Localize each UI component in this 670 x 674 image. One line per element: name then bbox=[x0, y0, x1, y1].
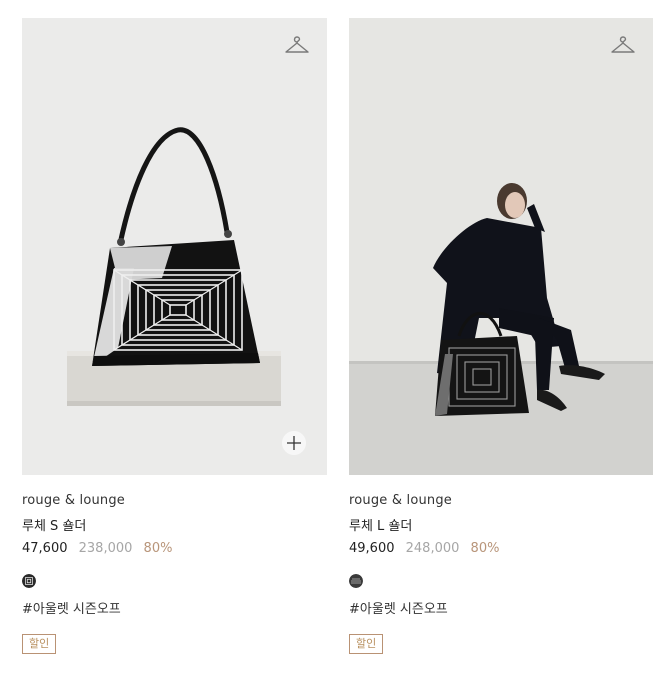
discount-rate: 80% bbox=[143, 541, 173, 556]
sale-price: 47,600 bbox=[22, 541, 68, 556]
collection-tag[interactable]: #아울렛 시즌오프 bbox=[349, 598, 653, 617]
sale-price: 49,600 bbox=[349, 541, 395, 556]
product-image[interactable] bbox=[349, 18, 653, 475]
model-with-bag-image bbox=[349, 183, 653, 475]
brand-name[interactable]: rouge & lounge bbox=[349, 493, 653, 508]
collection-tag[interactable]: #아울렛 시즌오프 bbox=[22, 598, 327, 617]
hanger-icon[interactable] bbox=[610, 35, 636, 57]
brand-name[interactable]: rouge & lounge bbox=[22, 493, 327, 508]
discount-badge: 할인 bbox=[22, 634, 57, 654]
product-card[interactable]: rouge & lounge 루체 S 숄더 47,600 238,000 80… bbox=[22, 18, 327, 654]
hanger-icon[interactable] bbox=[284, 35, 310, 57]
product-image[interactable] bbox=[22, 18, 327, 475]
color-swatch[interactable] bbox=[349, 574, 363, 588]
original-price: 248,000 bbox=[405, 541, 460, 556]
plus-icon[interactable] bbox=[282, 431, 306, 455]
bag-on-pedestal-image bbox=[67, 127, 281, 406]
price-row: 47,600 238,000 80% bbox=[22, 541, 327, 556]
product-name[interactable]: 루체 S 숄더 bbox=[22, 515, 327, 534]
price-row: 49,600 248,000 80% bbox=[349, 541, 653, 556]
product-name[interactable]: 루체 L 숄더 bbox=[349, 515, 653, 534]
color-swatch[interactable] bbox=[22, 574, 36, 588]
original-price: 238,000 bbox=[78, 541, 133, 556]
discount-badge: 할인 bbox=[349, 634, 384, 654]
discount-rate: 80% bbox=[470, 541, 500, 556]
product-card[interactable]: rouge & lounge 루체 L 숄더 49,600 248,000 80… bbox=[349, 18, 653, 654]
